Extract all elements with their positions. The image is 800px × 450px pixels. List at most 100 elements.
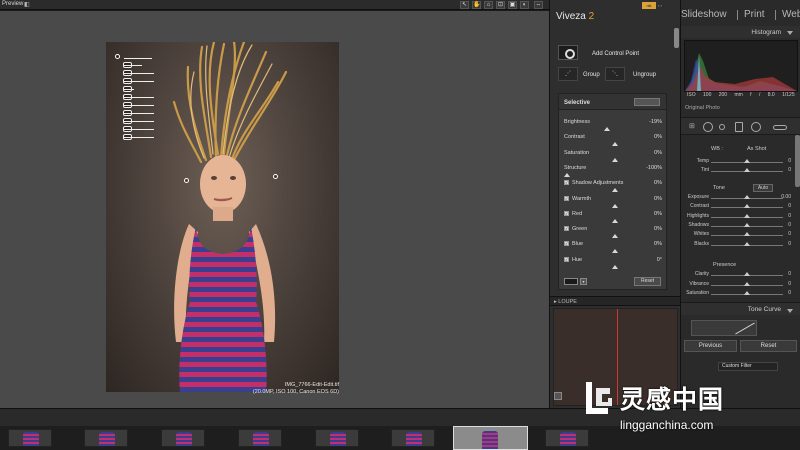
crop-icon[interactable] [703, 122, 713, 132]
lr-slider-value[interactable]: 0 [788, 281, 791, 287]
lr-slider-value[interactable]: 0 [788, 213, 791, 219]
hand-tool-button[interactable]: ✋ [472, 1, 481, 9]
lr-slider-knob[interactable] [744, 159, 750, 163]
preview-toggle-icon[interactable]: ◧ [24, 1, 30, 8]
selective-reset-button[interactable]: Reset [634, 277, 661, 286]
cp-red-slider[interactable] [124, 113, 154, 114]
filmstrip-thumb[interactable] [545, 429, 589, 447]
filmstrip-thumb[interactable] [238, 429, 282, 447]
cp-size-slider[interactable] [124, 58, 152, 59]
selective-row[interactable]: ✓ Shadow Adjustments 0% [564, 180, 662, 195]
lr-slider-row[interactable]: Shadows 0 [681, 222, 793, 231]
photo-canvas[interactable] [106, 42, 339, 392]
lr-slider-knob[interactable] [744, 168, 750, 172]
control-point-right[interactable] [273, 174, 278, 179]
lr-slider-knob[interactable] [744, 241, 750, 246]
color-swatch[interactable] [564, 278, 578, 285]
selective-checkbox[interactable]: ✓ [564, 226, 569, 232]
filmstrip-thumb[interactable] [161, 429, 205, 447]
wb-value[interactable]: As Shot [747, 146, 766, 152]
selective-slider-marker[interactable] [611, 234, 618, 239]
lr-slider-value[interactable]: 0 [788, 167, 791, 173]
lr-slider-value[interactable]: 0 [788, 271, 791, 277]
lr-slider-value[interactable]: 0 [788, 241, 791, 247]
ungroup-button[interactable]: Ungroup [633, 72, 656, 78]
module-print[interactable]: Print [744, 9, 765, 20]
auto-tone-button[interactable]: Auto [753, 184, 773, 192]
selective-checkbox[interactable]: ✓ [564, 241, 569, 247]
selective-row[interactable]: ✓ Blue 0% [564, 241, 662, 256]
lr-slider-value[interactable]: 0 [788, 231, 791, 237]
grid-icon[interactable]: ⊞ [689, 122, 699, 132]
histogram-header[interactable]: Histogram [681, 26, 800, 38]
selective-row[interactable]: Contrast 0% [564, 134, 662, 149]
tone-curve-graph[interactable] [691, 320, 757, 336]
graduated-filter-icon[interactable] [735, 122, 743, 132]
lr-slider-knob[interactable] [744, 232, 750, 237]
group-icon[interactable]: ⋰ [558, 67, 578, 81]
selective-slider-marker[interactable] [603, 127, 610, 131]
lr-slider-knob[interactable] [744, 204, 750, 209]
selective-checkbox[interactable]: ✓ [564, 195, 569, 201]
cp-saturation-slider[interactable] [124, 81, 154, 82]
selective-options-button[interactable] [634, 98, 660, 106]
lr-slider-row[interactable]: Contrast 0 [681, 203, 793, 212]
viveza-scrollbar[interactable] [674, 28, 679, 48]
lr-slider-knob[interactable] [744, 291, 750, 295]
filmstrip-thumb[interactable] [84, 429, 128, 447]
module-slideshow[interactable]: Slideshow [681, 9, 727, 20]
cp-shadow-slider[interactable] [124, 97, 154, 98]
selective-slider-marker[interactable] [611, 249, 618, 254]
reset-button[interactable]: Reset [740, 340, 797, 352]
tone-curve-header[interactable]: Tone Curve [681, 302, 800, 315]
cp-blue-slider[interactable] [124, 129, 154, 130]
full-view-button[interactable]: ▣ [508, 1, 517, 9]
selective-checkbox[interactable]: ✓ [564, 256, 569, 262]
selective-row[interactable]: Brightness -19% [564, 119, 662, 134]
selective-slider-marker[interactable] [611, 157, 618, 162]
selective-row[interactable]: Saturation 0% [564, 150, 662, 165]
control-point-left[interactable] [184, 178, 189, 183]
collapse-triangle-icon[interactable] [787, 309, 793, 313]
selective-slider-marker[interactable] [611, 142, 618, 147]
selective-checkbox[interactable]: ✓ [564, 210, 569, 216]
lr-slider-row[interactable]: Blacks 0 [681, 241, 793, 250]
custom-filter-select[interactable]: Custom Filter [718, 362, 778, 371]
lr-slider-row[interactable]: Vibrance 0 [681, 281, 793, 290]
lr-slider-knob[interactable] [744, 213, 750, 218]
selective-row[interactable]: ✓ Hue 0° [564, 256, 662, 272]
ungroup-icon[interactable]: ⋱ [605, 67, 625, 81]
add-control-point-label[interactable]: Add Control Point [592, 51, 639, 57]
home-tool-button[interactable]: ⌂ [484, 1, 493, 9]
compare-button[interactable]: ◐ [520, 1, 529, 9]
lr-slider-knob[interactable] [744, 281, 750, 286]
lr-slider-row[interactable]: Clarity 0 [681, 271, 793, 280]
lr-slider-row[interactable]: Saturation 0 [681, 290, 793, 299]
selective-slider-marker[interactable] [611, 264, 618, 269]
previous-button[interactable]: Previous [684, 340, 737, 352]
fit-view-button[interactable]: ⊡ [496, 1, 505, 9]
cp-hue-slider[interactable] [124, 137, 154, 138]
selective-slider-marker[interactable] [611, 203, 618, 208]
selective-slider-marker[interactable] [564, 172, 570, 177]
selective-slider-marker[interactable] [611, 218, 618, 223]
cp-brightness-slider[interactable] [124, 65, 142, 66]
selective-row[interactable]: ✓ Green 0% [564, 226, 662, 241]
add-control-point-icon[interactable] [558, 45, 578, 60]
lr-slider-knob[interactable] [744, 222, 750, 227]
filmstrip-thumb[interactable] [315, 429, 359, 447]
filmstrip-thumb[interactable] [391, 429, 435, 447]
selective-row[interactable]: ✓ Red 0% [564, 210, 662, 226]
lr-slider-value[interactable]: 0.00 [781, 194, 791, 200]
lr-slider-row[interactable]: Tint 0 [681, 167, 793, 176]
lr-slider-knob[interactable] [744, 195, 750, 199]
group-button[interactable]: Group [583, 72, 600, 78]
loupe-header[interactable]: ▸ LOUPE [550, 296, 681, 306]
right-panel-scrollbar[interactable] [795, 135, 800, 187]
cp-green-slider[interactable] [124, 121, 154, 122]
lr-slider-row[interactable]: Exposure 0.00 [681, 194, 793, 203]
collapse-triangle-icon[interactable] [787, 31, 793, 35]
control-point-sliders[interactable] [114, 54, 164, 144]
cp-contrast-slider[interactable] [124, 73, 154, 74]
lr-slider-value[interactable]: 0 [788, 290, 791, 296]
